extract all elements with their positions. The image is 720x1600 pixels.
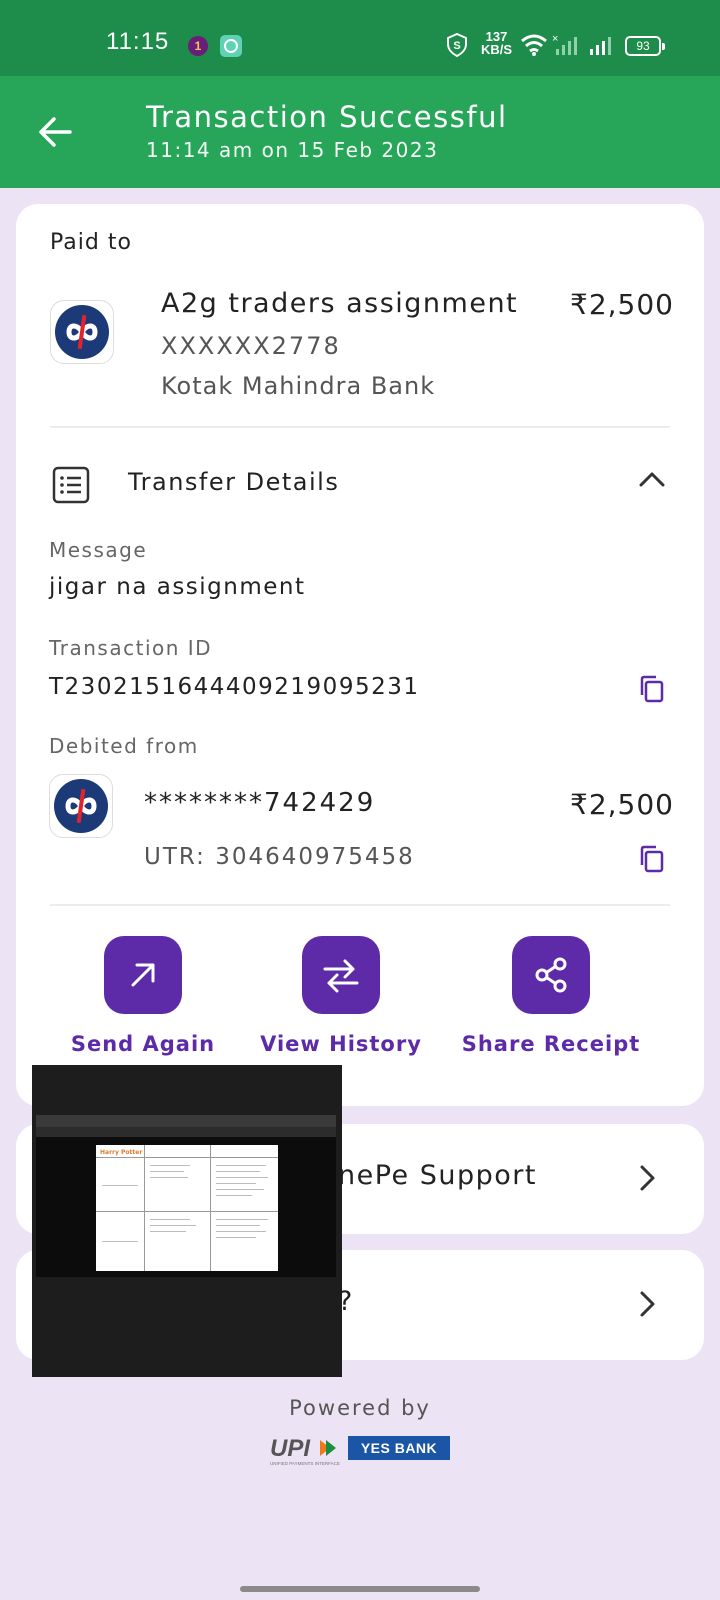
chevron-right-icon[interactable] xyxy=(638,1290,656,1322)
debited-from-label: Debited from xyxy=(49,734,199,758)
view-history-label[interactable]: View History xyxy=(241,1032,441,1056)
yes-bank-logo: YES BANK xyxy=(348,1436,450,1460)
chevron-right-icon[interactable] xyxy=(638,1164,656,1196)
transaction-card: Paid to A2g traders assignment XXXXXX277… xyxy=(16,204,704,1106)
browser-address-bar xyxy=(36,1127,336,1137)
shield-icon: S xyxy=(446,32,468,62)
divider xyxy=(50,426,670,428)
share-receipt-label[interactable]: Share Receipt xyxy=(451,1032,651,1056)
signal-sim1-icon: × xyxy=(552,33,578,61)
divider xyxy=(50,904,670,906)
share-receipt-button[interactable] xyxy=(512,936,590,1014)
debited-account: ********742429 xyxy=(144,788,376,818)
upi-logo: UPI UNIFIED PAYMENTS INTERFACE xyxy=(268,1434,348,1468)
svg-text:S: S xyxy=(453,40,460,52)
support-label[interactable]: nePe Support xyxy=(338,1160,537,1191)
wifi-icon xyxy=(520,33,548,61)
payee-name: A2g traders assignment xyxy=(161,288,519,319)
share-icon xyxy=(535,957,567,993)
message-value: jigar na assignment xyxy=(49,574,306,600)
network-speed: 137 KB/S xyxy=(481,30,512,56)
kotak-bank-logo-icon xyxy=(50,300,114,364)
battery-icon: 93 xyxy=(625,36,665,56)
transfer-details-toggle[interactable]: Transfer Details xyxy=(128,468,339,496)
transaction-timestamp: 11:14 am on 15 Feb 2023 xyxy=(146,138,439,162)
copy-transaction-id-icon[interactable] xyxy=(638,674,666,704)
app-notification-icon xyxy=(220,35,242,57)
paid-amount: ₹2,500 xyxy=(570,288,674,321)
payee-bank: Kotak Mahindra Bank xyxy=(161,372,436,400)
back-arrow-icon[interactable] xyxy=(36,112,76,152)
chevron-up-icon[interactable] xyxy=(638,470,666,492)
page-title: Transaction Successful xyxy=(146,100,508,134)
utr-number: UTR: 304640975458 xyxy=(144,844,415,870)
signal-sim2-icon xyxy=(588,33,614,61)
list-details-icon xyxy=(52,466,90,504)
svg-text:×: × xyxy=(552,33,558,45)
arrow-up-right-icon xyxy=(131,963,155,987)
svg-text:UPI: UPI xyxy=(270,1435,311,1462)
network-speed-unit: KB/S xyxy=(481,42,513,57)
picture-in-picture-window[interactable]: Harry Potter xyxy=(32,1065,342,1377)
shared-document: Harry Potter xyxy=(96,1145,278,1271)
send-again-button[interactable] xyxy=(104,936,182,1014)
message-label: Message xyxy=(49,538,148,562)
transaction-id-value: T2302151644409219095231 xyxy=(49,674,420,700)
kotak-bank-logo-icon xyxy=(49,774,113,838)
home-indicator[interactable] xyxy=(240,1586,480,1592)
paid-to-label: Paid to xyxy=(50,230,132,255)
powered-by-label: Powered by xyxy=(289,1396,431,1420)
transaction-id-label: Transaction ID xyxy=(49,636,213,660)
upi-caption: UNIFIED PAYMENTS INTERFACE xyxy=(270,1461,340,1466)
view-history-button[interactable] xyxy=(302,936,380,1014)
notification-badge-icon: 1 xyxy=(188,36,208,56)
clock: 11:15 xyxy=(106,28,170,55)
browser-tab-bar xyxy=(36,1115,336,1127)
debited-amount: ₹2,500 xyxy=(570,788,674,821)
copy-utr-icon[interactable] xyxy=(638,844,666,874)
document-title: Harry Potter xyxy=(100,1149,143,1156)
status-bar: 11:15 1 S 137 KB/S × 93 xyxy=(0,0,720,76)
header: Transaction Successful 11:14 am on 15 Fe… xyxy=(0,76,720,188)
swap-arrows-icon xyxy=(323,959,359,993)
payee-account: XXXXXX2778 xyxy=(161,332,341,360)
send-again-label[interactable]: Send Again xyxy=(43,1032,243,1056)
